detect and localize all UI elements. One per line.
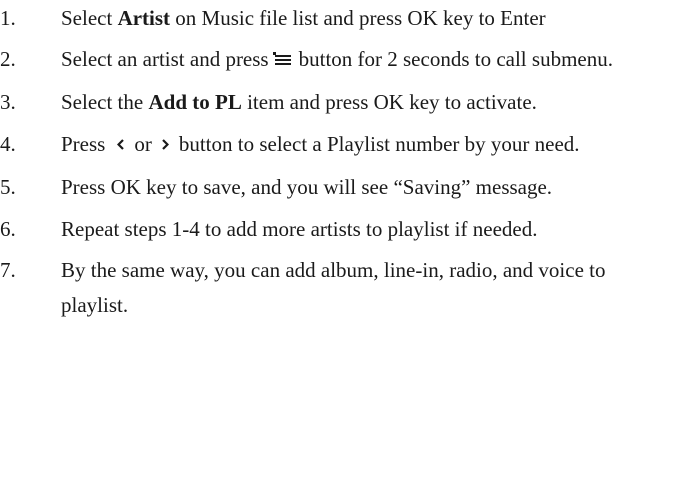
step-keyword-artist: Artist — [117, 6, 171, 30]
step-3: 3. Select the Add to PL item and press OK… — [0, 85, 676, 120]
step-4: 4. Press or button to select a Playlist num… — [0, 127, 676, 162]
step-number: 3. — [0, 90, 16, 114]
menu-list-icon — [272, 52, 291, 66]
step-number: 5. — [0, 175, 16, 199]
step-text-before: Select — [61, 6, 118, 30]
step-text-after: button to select a Playlist number by yo… — [178, 132, 580, 156]
step-text: Press OK key to save, and you will see “… — [61, 175, 553, 199]
step-number: 4. — [0, 132, 16, 156]
step-text-middle: or — [134, 132, 152, 156]
step-number: 2. — [0, 47, 16, 71]
step-5: 5. Press OK key to save, and you will see… — [0, 170, 676, 205]
step-text: By the same way, you can add album, line… — [61, 258, 606, 317]
step-number: 7. — [0, 258, 16, 282]
chevron-left-icon — [117, 138, 125, 150]
step-text: Repeat steps 1-4 to add more artists to … — [61, 217, 538, 241]
step-text-before: Select an artist and press — [61, 47, 269, 71]
step-text-after: on Music file list and press OK key to E… — [170, 6, 546, 30]
step-number: 1. — [0, 6, 16, 30]
step-text-before: Select the — [61, 90, 149, 114]
step-7: 7. By the same way, you can add album, li… — [0, 253, 676, 323]
instruction-steps-list: 1. Select Artist on Music file list and p… — [0, 0, 676, 323]
step-number: 6. — [0, 217, 16, 241]
step-keyword-add-to-pl: Add to PL — [148, 90, 242, 114]
step-text-after: item and press OK key to activate. — [241, 90, 537, 114]
step-text-after: button for 2 seconds to call submenu. — [298, 47, 613, 71]
step-1: 1. Select Artist on Music file list and p… — [0, 1, 676, 36]
chevron-right-icon — [162, 138, 169, 150]
step-text-before: Press — [61, 132, 106, 156]
step-2: 2. Select an artist and press button for 2… — [0, 42, 676, 77]
step-6: 6. Repeat steps 1-4 to add more artists t… — [0, 212, 676, 247]
